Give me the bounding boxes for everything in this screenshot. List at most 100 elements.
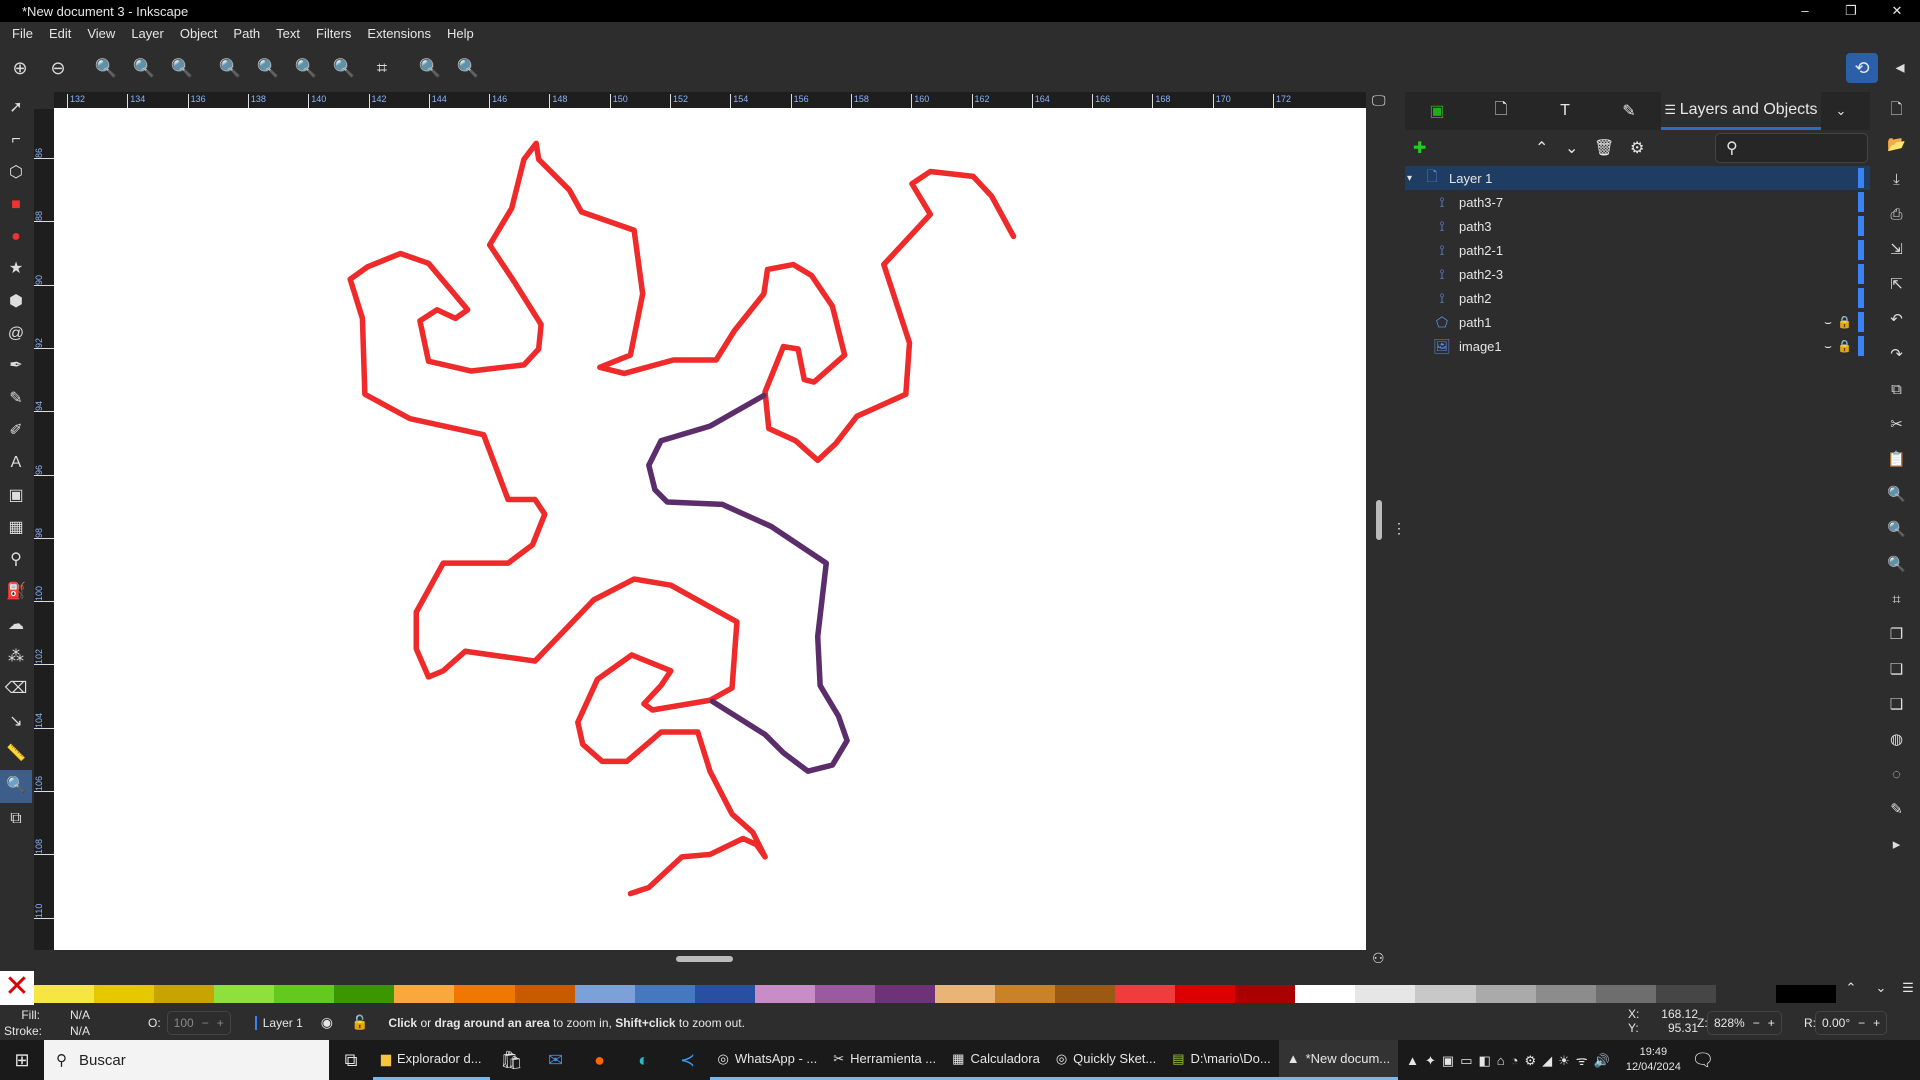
color-swatch[interactable] (514, 971, 575, 1005)
tweak-tool-icon[interactable]: ☁ (0, 609, 32, 641)
zoom-selection-icon[interactable]: 🔍 (1887, 477, 1906, 512)
fill-stroke-icon[interactable]: ✎ (1890, 792, 1903, 827)
connector-tool-icon[interactable]: ↘ (0, 706, 32, 738)
menu-view[interactable]: View (79, 26, 123, 41)
hidden-eye-icon[interactable]: ⌣ (1824, 315, 1832, 330)
import-icon[interactable]: ⇲ (1890, 232, 1903, 267)
layer-lock-icon[interactable]: 🔓 (351, 1014, 368, 1031)
collapse-arrow-icon[interactable]: ◂ (1888, 57, 1912, 78)
zoom-minus[interactable]: − (1753, 1016, 1760, 1030)
zoom-plus[interactable]: + (1768, 1016, 1775, 1030)
minimize-button[interactable]: – (1782, 0, 1828, 22)
mail-icon[interactable]: ✉ (534, 1050, 578, 1071)
tab-layers-and-objects[interactable]: ☰ Layers and Objects ✕ (1661, 92, 1821, 154)
close-button[interactable]: ✕ (1874, 0, 1920, 22)
layer-row-image1[interactable]: 🖼 image1 ⌣ 🔒 (1405, 334, 1870, 358)
color-swatch[interactable] (154, 971, 215, 1005)
palette-scroll-down-icon[interactable]: ⌄ (1866, 971, 1896, 1005)
purple-path[interactable] (646, 392, 850, 774)
zoom-in-icon[interactable]: ⊕ (8, 58, 32, 79)
color-swatch[interactable] (874, 971, 935, 1005)
search-input[interactable]: ⚲ (1715, 133, 1868, 163)
zoom-1-2-icon[interactable]: 🔍 (132, 58, 156, 79)
taskbar-app-whatsapp[interactable]: ◎ WhatsApp - ... (709, 1040, 826, 1080)
taskbar-app-inkscape[interactable]: ▲ *New docum... (1278, 1040, 1399, 1080)
tab-fill-stroke-icon[interactable]: ✎ (1597, 101, 1661, 121)
no-color-swatch[interactable]: ✕ (0, 971, 34, 1005)
opacity-plus[interactable]: + (217, 1016, 224, 1030)
clone-icon[interactable]: ❏ (1890, 652, 1903, 687)
color-manage-icon[interactable]: ⚇ (1372, 950, 1385, 967)
task-view-icon[interactable]: ⧉ (329, 1050, 373, 1071)
duplicate-icon[interactable]: ❐ (1890, 617, 1903, 652)
opacity-value[interactable]: 100 (174, 1016, 194, 1030)
tab-document-properties-icon[interactable]: 🗋 (1469, 98, 1533, 125)
palette-scroll-up-icon[interactable]: ⌃ (1836, 971, 1866, 1005)
menu-help[interactable]: Help (439, 26, 482, 41)
layer-row-path2[interactable]: ⟟ path2 (1405, 286, 1870, 310)
ungroup-icon[interactable]: ◌ (1892, 757, 1901, 792)
expand-triangle-icon[interactable]: ▾ (1407, 173, 1421, 184)
node-tool-icon[interactable]: ⌐ (0, 124, 32, 156)
color-swatch[interactable] (1775, 971, 1836, 1005)
vertical-scrollbar[interactable] (1376, 500, 1382, 540)
tab-export-icon[interactable]: ▣ (1405, 101, 1469, 121)
shape-builder-icon[interactable]: ⬡ (0, 157, 32, 189)
color-swatch[interactable] (934, 971, 995, 1005)
3d-box-tool-icon[interactable]: ⬢ (0, 286, 32, 318)
taskbar-app-calculadora[interactable]: ▦ Calculadora (944, 1040, 1048, 1080)
color-swatch[interactable] (214, 971, 275, 1005)
add-layer-icon[interactable]: ✚ (1413, 138, 1426, 158)
horizontal-ruler[interactable]: 132 134 136 138 140 142 144 146 148 150 152 154 156 1… (54, 92, 1366, 109)
rotation-value[interactable]: 0.00° (1822, 1016, 1850, 1030)
layer-row-path3[interactable]: ⟟ path3 (1405, 214, 1870, 238)
store-icon[interactable]: 🛍 (490, 1050, 534, 1071)
zoom-page-width-icon[interactable]: 🔍 (332, 58, 356, 79)
color-swatch[interactable] (1415, 971, 1476, 1005)
color-swatch[interactable] (274, 971, 335, 1005)
move-up-icon[interactable]: ⌃ (1535, 138, 1548, 158)
edge-icon[interactable]: ◐ (622, 1050, 666, 1071)
zoom-next-icon[interactable]: 🔍 (456, 58, 480, 79)
color-swatch[interactable] (754, 971, 815, 1005)
undo-icon[interactable]: ↶ (1890, 302, 1903, 337)
save-icon[interactable]: ⤓ (1893, 162, 1900, 197)
lock-icon[interactable]: 🔒 (1837, 339, 1852, 353)
taskbar-app-explorer[interactable]: ▆ Explorador d... (373, 1040, 490, 1080)
rotation-spinner[interactable]: 0.00° − + (1815, 1010, 1888, 1035)
zoom-tool-icon[interactable]: 🔍 (0, 770, 32, 803)
spray-tool-icon[interactable]: ⁂ (0, 641, 32, 673)
taskbar-search[interactable]: ⚲ Buscar (44, 1040, 329, 1080)
maximize-button[interactable]: ❐ (1828, 0, 1874, 22)
system-tray-icons[interactable]: ▲✦▣▭◧⌂◔⚙◢☀ᯤ🔊 (1406, 1051, 1616, 1069)
mesh-tool-icon[interactable]: ▦ (0, 512, 32, 544)
move-down-icon[interactable]: ⌄ (1565, 138, 1578, 158)
red-path[interactable] (347, 140, 1017, 897)
zoom-drawing-icon[interactable]: 🔍 (256, 58, 280, 79)
selector-tool-icon[interactable]: ➚ (0, 92, 32, 124)
layer-row-path1[interactable]: ⬠ path1 ⌣ 🔒 (1405, 310, 1870, 334)
tabs-dropdown-icon[interactable]: ⌄ (1821, 103, 1861, 119)
zoom-1-1-icon[interactable]: 🔍 (94, 58, 118, 79)
display-mode-icon[interactable]: 🖵 (1372, 92, 1386, 109)
group-icon[interactable]: ◍ (1890, 722, 1903, 757)
start-windows-icon[interactable]: ⊞ (0, 1050, 44, 1071)
menu-filters[interactable]: Filters (308, 26, 359, 41)
unlink-clone-icon[interactable]: ❑ (1890, 687, 1903, 722)
color-swatch[interactable] (1595, 971, 1656, 1005)
color-swatch[interactable] (1055, 971, 1116, 1005)
menu-layer[interactable]: Layer (123, 26, 172, 41)
menu-extensions[interactable]: Extensions (359, 26, 439, 41)
color-swatch[interactable] (574, 971, 635, 1005)
delete-icon[interactable]: 🗑 (1594, 138, 1614, 158)
clock[interactable]: 19:49 12/04/2024 (1626, 1045, 1681, 1075)
menu-path[interactable]: Path (225, 26, 268, 41)
zoom-center-icon[interactable]: ⌗ (1892, 582, 1900, 617)
color-swatch[interactable] (694, 971, 755, 1005)
taskbar-app-notepad[interactable]: ▤ D:\mario\Do... (1164, 1040, 1279, 1080)
text-tool-icon[interactable]: A (0, 447, 32, 479)
color-swatch[interactable] (1295, 971, 1356, 1005)
menu-file[interactable]: File (4, 26, 41, 41)
color-swatch[interactable] (1535, 971, 1596, 1005)
zoom-center-icon[interactable]: ⌗ (370, 58, 394, 79)
